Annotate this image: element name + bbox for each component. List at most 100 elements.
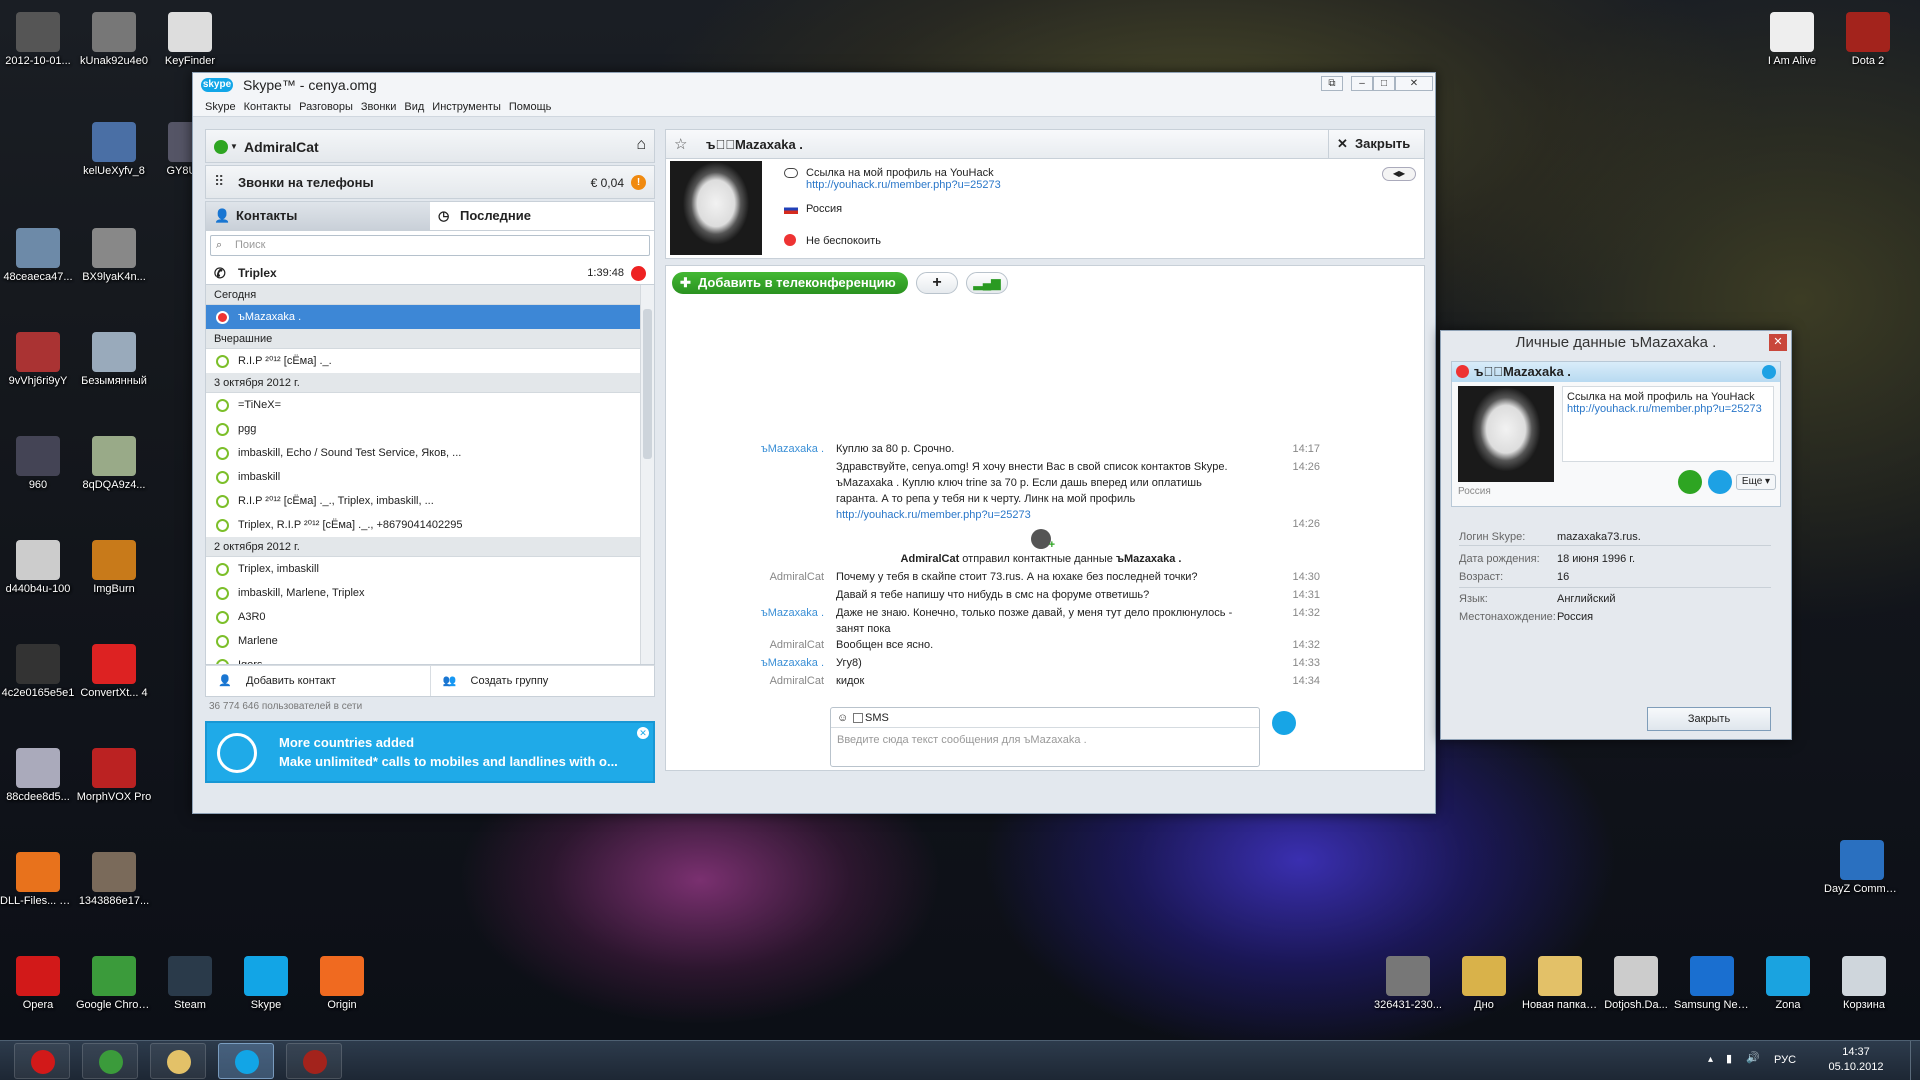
list-item[interactable]: Marlene bbox=[206, 629, 654, 653]
add-contact-card-icon[interactable]: + bbox=[1031, 529, 1055, 551]
desktop-icon[interactable]: 2012-10-01... bbox=[0, 12, 76, 68]
menu-item[interactable]: Инструменты bbox=[432, 97, 501, 117]
desktop-icon[interactable]: 9vVhj6ri9yY bbox=[0, 332, 76, 388]
list-item[interactable]: ъMazaxaka . bbox=[206, 305, 654, 329]
desktop-icon[interactable]: Origin bbox=[304, 956, 380, 1012]
network-icon[interactable]: ▮ bbox=[1726, 1052, 1732, 1065]
list-item[interactable]: pgg bbox=[206, 417, 654, 441]
popup-close-button[interactable]: Закрыть bbox=[1647, 707, 1771, 731]
desktop-icon[interactable]: kelUeXyfv_8 bbox=[76, 122, 152, 178]
create-group-button[interactable]: 👥 Создать группу bbox=[429, 666, 655, 696]
add-to-conference-button[interactable]: ✚ Добавить в телеконференцию bbox=[672, 272, 908, 294]
desktop-icon[interactable]: BX9lyaK4n... bbox=[76, 228, 152, 284]
add-button[interactable]: + bbox=[916, 272, 958, 294]
tab-recent[interactable]: ◷ Последние bbox=[430, 202, 654, 230]
user-header[interactable]: ▼ AdmiralCat ⌂ bbox=[205, 129, 655, 163]
desktop-icon[interactable]: ConvertXt... 4 bbox=[76, 644, 152, 700]
desktop-icon[interactable]: I Am Alive bbox=[1754, 12, 1830, 68]
taskbar-explorer-button[interactable] bbox=[150, 1043, 206, 1079]
desktop-icon[interactable]: d440b4u-100 bbox=[0, 540, 76, 596]
list-scrollbar[interactable] bbox=[640, 285, 654, 664]
list-item[interactable]: =TiNeX= bbox=[206, 393, 654, 417]
menu-item[interactable]: Звонки bbox=[361, 97, 397, 117]
desktop-icon[interactable]: Дно bbox=[1446, 956, 1522, 1012]
call-icon[interactable] bbox=[1678, 470, 1702, 494]
scrollbar-thumb[interactable] bbox=[643, 309, 652, 459]
menu-item[interactable]: Вид bbox=[404, 97, 424, 117]
star-icon[interactable]: ☆ bbox=[674, 135, 687, 153]
profile-nav-arrows[interactable]: ◀▶ bbox=[1382, 167, 1416, 181]
desktop-icon[interactable]: kUnak92u4e0 bbox=[76, 12, 152, 68]
message-link[interactable]: http://youhack.ru/member.php?u=25273 bbox=[836, 507, 1246, 523]
desktop-icon[interactable]: 960 bbox=[0, 436, 76, 492]
desktop-icon[interactable]: 48ceaeca47... bbox=[0, 228, 76, 284]
desktop-icon[interactable]: Zona bbox=[1750, 956, 1826, 1012]
message-sender[interactable]: AdmiralCat bbox=[706, 569, 824, 585]
desktop-icon[interactable]: MorphVOX Pro bbox=[76, 748, 152, 804]
language-indicator[interactable]: РУС bbox=[1774, 1054, 1796, 1066]
promo-banner[interactable]: More countries added Make unlimited* cal… bbox=[205, 721, 655, 783]
tray-arrow-icon[interactable]: ▴ bbox=[1708, 1054, 1713, 1065]
list-item[interactable]: R.I.P ²⁰¹² [сЁма] ._., Triplex, imbaskil… bbox=[206, 489, 654, 513]
chevron-down-icon[interactable]: ▼ bbox=[230, 142, 238, 151]
desktop-icon[interactable]: 4c2e0165e5e1 bbox=[0, 644, 76, 700]
desktop-icon[interactable]: Корзина bbox=[1826, 956, 1902, 1012]
list-item[interactable]: R.I.P ²⁰¹² [сЁма] ._. bbox=[206, 349, 654, 373]
menu-item[interactable]: Skype bbox=[205, 97, 236, 117]
desktop-icon[interactable]: 88cdee8d5... bbox=[0, 748, 76, 804]
list-item[interactable]: A3R0 bbox=[206, 605, 654, 629]
message-sender[interactable]: ъMazaxaka . bbox=[706, 605, 824, 621]
alert-icon[interactable]: ! bbox=[631, 175, 646, 190]
clock[interactable]: 14:37 05.10.2012 bbox=[1826, 1045, 1886, 1075]
message-sender[interactable]: AdmiralCat bbox=[706, 673, 824, 689]
message-icon[interactable] bbox=[1708, 470, 1732, 494]
profile-mood-link[interactable]: http://youhack.ru/member.php?u=25273 bbox=[1567, 403, 1769, 415]
desktop-icon[interactable]: Google Chrome bbox=[76, 956, 152, 1012]
sms-checkbox[interactable] bbox=[853, 713, 863, 723]
taskbar-skype-button[interactable] bbox=[218, 1043, 274, 1079]
search-input[interactable]: ⌕ Поиск bbox=[210, 235, 650, 256]
list-item[interactable]: Igors bbox=[206, 653, 654, 664]
desktop-icon[interactable]: Skype bbox=[228, 956, 304, 1012]
taskbar-opera-button[interactable] bbox=[14, 1043, 70, 1079]
list-item[interactable]: Triplex, imbaskill bbox=[206, 557, 654, 581]
desktop-icon[interactable]: DayZ Commander bbox=[1824, 840, 1900, 896]
desktop-icon[interactable]: Безымянный bbox=[76, 332, 152, 388]
list-item[interactable]: imbaskill, Echo / Sound Test Service, Як… bbox=[206, 441, 654, 465]
volume-icon[interactable]: 🔊 bbox=[1746, 1051, 1760, 1064]
desktop-icon[interactable]: Steam bbox=[152, 956, 228, 1012]
tab-contacts[interactable]: 👤 Контакты bbox=[206, 202, 430, 230]
card-target[interactable]: ъMazaxaka . bbox=[1116, 553, 1182, 565]
message-sender[interactable]: AdmiralCat bbox=[706, 637, 824, 653]
taskbar-chrome-button[interactable] bbox=[82, 1043, 138, 1079]
call-quality-icon[interactable]: ▂▄▆ bbox=[966, 272, 1008, 294]
desktop-icon[interactable]: Samsung New P... bbox=[1674, 956, 1750, 1012]
mood-link[interactable]: http://youhack.ru/member.php?u=25273 bbox=[806, 179, 1001, 191]
close-promo-icon[interactable]: ✕ bbox=[637, 727, 649, 739]
chat-bubble-icon[interactable] bbox=[1762, 365, 1776, 379]
add-contact-button[interactable]: 👤 Добавить контакт bbox=[206, 666, 430, 696]
show-desktop-button[interactable] bbox=[1910, 1041, 1920, 1080]
menu-item[interactable]: Разговоры bbox=[299, 97, 353, 117]
avatar[interactable] bbox=[670, 161, 762, 255]
list-item[interactable]: Triplex, R.I.P ²⁰¹² [сЁма] ._., +8679041… bbox=[206, 513, 654, 537]
desktop-icon[interactable]: ImgBurn bbox=[76, 540, 152, 596]
send-icon[interactable] bbox=[1272, 711, 1296, 735]
desktop-icon[interactable]: Новая папка (2) bbox=[1522, 956, 1598, 1012]
desktop-icon[interactable]: 1343886e17... bbox=[76, 852, 152, 908]
menu-item[interactable]: Помощь bbox=[509, 97, 552, 117]
desktop-icon[interactable]: KeyFinder bbox=[152, 12, 228, 68]
desktop-icon[interactable]: 326431-230... bbox=[1370, 956, 1446, 1012]
list-item[interactable]: imbaskill, Marlene, Triplex bbox=[206, 581, 654, 605]
call-phones-row[interactable]: ⠿ Звонки на телефоны € 0,04 ! bbox=[205, 165, 655, 199]
close-popup-icon[interactable]: ✕ bbox=[1769, 334, 1787, 351]
desktop-icon[interactable]: 8qDQA9z4... bbox=[76, 436, 152, 492]
desktop-icon[interactable]: Opera bbox=[0, 956, 76, 1012]
compact-view-icon[interactable]: ⧉ bbox=[1321, 76, 1343, 91]
minimize-button[interactable]: – bbox=[1351, 76, 1373, 91]
home-icon[interactable]: ⌂ bbox=[636, 136, 646, 154]
message-sender[interactable]: ъMazaxaka . bbox=[706, 655, 824, 671]
active-call-row[interactable]: ✆ Triplex 1:39:48 bbox=[205, 261, 655, 285]
taskbar-dota-button[interactable] bbox=[286, 1043, 342, 1079]
emoticon-icon[interactable]: ☺ bbox=[837, 708, 848, 728]
